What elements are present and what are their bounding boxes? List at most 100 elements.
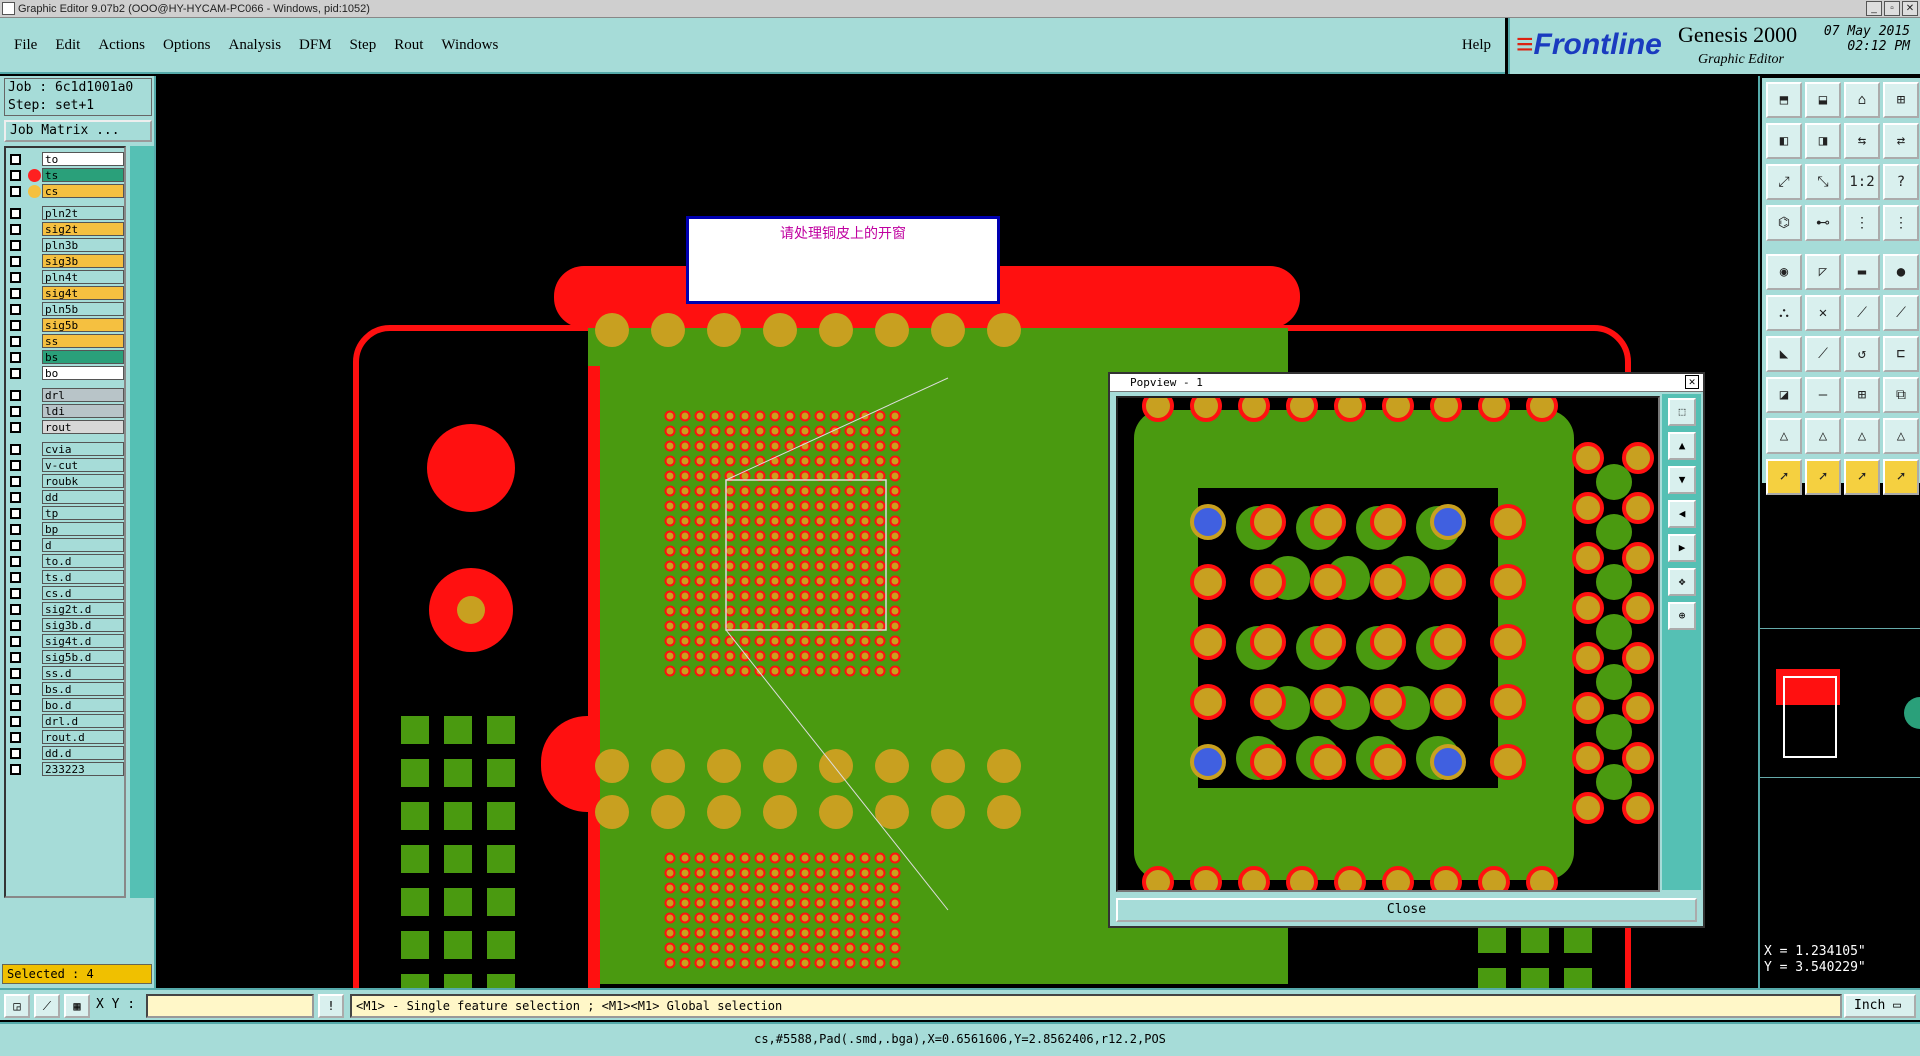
layer-name[interactable]: bo.d — [42, 698, 124, 712]
layer-checkbox[interactable] — [10, 540, 21, 551]
tool-button-icon[interactable]: △ — [1883, 418, 1919, 454]
layer-name[interactable]: sig5b — [42, 318, 124, 332]
layer-checkbox[interactable] — [10, 288, 21, 299]
layer-row[interactable]: sig3b — [8, 254, 124, 269]
tool-button-icon[interactable]: ⟋ — [1844, 295, 1880, 331]
tool-button-icon[interactable]: ◸ — [1805, 254, 1841, 290]
layer-list-scrollbar[interactable] — [130, 146, 154, 898]
layer-name[interactable]: cs — [42, 184, 124, 198]
layer-name[interactable]: cs.d — [42, 586, 124, 600]
layer-row[interactable]: ldi — [8, 404, 124, 419]
layer-checkbox[interactable] — [10, 422, 21, 433]
graphic-canvas[interactable]: 请处理铜皮上的开窗 Popview - 1 ✕ ⬚ ▲ ▼ ◀ ▶ ✥ ⊕ Cl… — [158, 76, 1758, 988]
popview-close-button[interactable]: Close — [1116, 898, 1697, 922]
layer-name[interactable]: drl.d — [42, 714, 124, 728]
tool-button-icon[interactable]: ⊏ — [1883, 336, 1919, 372]
tool-button-icon[interactable]: ◧ — [1766, 123, 1802, 159]
tool-button-icon[interactable]: ◣ — [1766, 336, 1802, 372]
layer-checkbox[interactable] — [10, 320, 21, 331]
tool-button-icon[interactable]: ◨ — [1805, 123, 1841, 159]
layer-row[interactable]: dd — [8, 490, 124, 505]
tool-button-icon[interactable]: ⊞ — [1844, 377, 1880, 413]
measure-icon[interactable]: ⟋ — [34, 994, 60, 1018]
layer-checkbox[interactable] — [10, 154, 21, 165]
layer-row[interactable]: pln2t — [8, 206, 124, 221]
layer-checkbox[interactable] — [10, 368, 21, 379]
tool-button-icon[interactable]: ⬓ — [1805, 82, 1841, 118]
layer-checkbox[interactable] — [10, 572, 21, 583]
grid-icon[interactable]: ▦ — [64, 994, 90, 1018]
pan-left-icon[interactable]: ◀ — [1668, 500, 1696, 528]
layer-name[interactable]: ts — [42, 168, 124, 182]
layer-row[interactable]: sig5b.d — [8, 650, 124, 665]
layer-row[interactable]: ts.d — [8, 570, 124, 585]
layer-row[interactable]: bs.d — [8, 682, 124, 697]
tool-button-icon[interactable]: ⌬ — [1766, 205, 1802, 241]
menu-step[interactable]: Step — [350, 37, 377, 54]
tool-button-icon[interactable]: ✕ — [1805, 295, 1841, 331]
layer-row[interactable]: pln4t — [8, 270, 124, 285]
snap-icon[interactable]: ◲ — [4, 994, 30, 1018]
layer-row[interactable]: bo.d — [8, 698, 124, 713]
layer-row[interactable]: drl — [8, 388, 124, 403]
layer-checkbox[interactable] — [10, 732, 21, 743]
layer-row[interactable]: cs — [8, 184, 124, 199]
tool-button-icon[interactable]: ⬒ — [1766, 82, 1802, 118]
layer-name[interactable]: sig3b.d — [42, 618, 124, 632]
layer-row[interactable]: cs.d — [8, 586, 124, 601]
layer-checkbox[interactable] — [10, 636, 21, 647]
close-window-button[interactable]: ✕ — [1902, 1, 1918, 16]
layer-checkbox[interactable] — [10, 304, 21, 315]
layer-checkbox[interactable] — [10, 406, 21, 417]
layer-row[interactable]: cvia — [8, 442, 124, 457]
layer-checkbox[interactable] — [10, 604, 21, 615]
layer-checkbox[interactable] — [10, 652, 21, 663]
unit-selector[interactable]: Inch ▭ — [1844, 994, 1916, 1018]
layer-row[interactable]: sig2t.d — [8, 602, 124, 617]
layer-name[interactable]: ss.d — [42, 666, 124, 680]
layer-row[interactable]: sig3b.d — [8, 618, 124, 633]
pan-right-icon[interactable]: ▶ — [1668, 534, 1696, 562]
tool-button-icon[interactable]: ◪ — [1766, 377, 1802, 413]
tool-button-icon[interactable]: 1:2 — [1844, 164, 1880, 200]
menu-rout[interactable]: Rout — [394, 37, 423, 54]
expand-icon[interactable]: ✥ — [1668, 568, 1696, 596]
tool-button-icon[interactable]: △ — [1844, 418, 1880, 454]
tool-button-icon[interactable]: ⊞ — [1883, 82, 1919, 118]
layer-name[interactable]: pln5b — [42, 302, 124, 316]
layer-row[interactable]: ss.d — [8, 666, 124, 681]
tool-button-icon[interactable]: ↺ — [1844, 336, 1880, 372]
menu-analysis[interactable]: Analysis — [229, 37, 282, 54]
layer-checkbox[interactable] — [10, 208, 21, 219]
layer-row[interactable]: bs — [8, 350, 124, 365]
tool-button-icon[interactable]: ⇆ — [1844, 123, 1880, 159]
layer-row[interactable]: dd.d — [8, 746, 124, 761]
tool-button-icon[interactable]: △ — [1766, 418, 1802, 454]
layer-name[interactable]: tp — [42, 506, 124, 520]
layer-name[interactable]: bo — [42, 366, 124, 380]
menu-file[interactable]: File — [14, 37, 37, 54]
layer-checkbox[interactable] — [10, 556, 21, 567]
layer-name[interactable]: sig2t — [42, 222, 124, 236]
layer-checkbox[interactable] — [10, 492, 21, 503]
layer-checkbox[interactable] — [10, 524, 21, 535]
tool-button-icon[interactable]: ⟋ — [1805, 336, 1841, 372]
layer-checkbox[interactable] — [10, 668, 21, 679]
menu-actions[interactable]: Actions — [98, 37, 145, 54]
layer-row[interactable]: rout — [8, 420, 124, 435]
layer-name[interactable]: sig4t — [42, 286, 124, 300]
layer-name[interactable]: to — [42, 152, 124, 166]
tool-button-icon[interactable]: ⇄ — [1883, 123, 1919, 159]
menu-options[interactable]: Options — [163, 37, 211, 54]
popview-close-icon[interactable]: ✕ — [1685, 375, 1699, 389]
layer-checkbox[interactable] — [10, 186, 21, 197]
layer-row[interactable]: d — [8, 538, 124, 553]
layer-name[interactable]: v-cut — [42, 458, 124, 472]
layer-checkbox[interactable] — [10, 508, 21, 519]
layer-name[interactable]: sig3b — [42, 254, 124, 268]
layer-row[interactable]: tp — [8, 506, 124, 521]
layer-row[interactable]: to — [8, 152, 124, 167]
layer-checkbox[interactable] — [10, 588, 21, 599]
layer-checkbox[interactable] — [10, 444, 21, 455]
layer-row[interactable]: to.d — [8, 554, 124, 569]
